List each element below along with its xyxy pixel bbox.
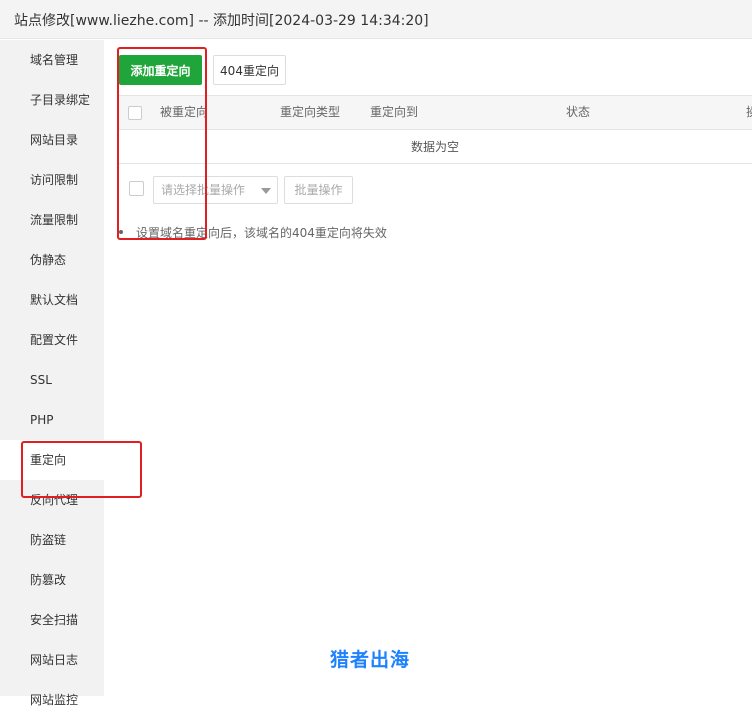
sidebar-item-php[interactable]: PHP: [0, 400, 104, 440]
column-header-status: 状态: [566, 105, 591, 119]
sidebar-item-subdir[interactable]: 子目录绑定: [0, 80, 104, 120]
batch-action-button[interactable]: 批量操作: [284, 176, 353, 204]
sidebar-item-reverse-proxy[interactable]: 反向代理: [0, 480, 104, 520]
main-panel: 添加重定向 404重定向 被重定向 重定向类型 重定向到 状态 操作 数据为空 …: [104, 40, 752, 696]
sidebar-item-access-limit[interactable]: 访问限制: [0, 160, 104, 200]
select-all-checkbox[interactable]: [128, 106, 142, 120]
sidebar-item-rewrite[interactable]: 伪静态: [0, 240, 104, 280]
window-titlebar: 站点修改[www.liezhe.com] -- 添加时间[2024-03-29 …: [0, 0, 752, 39]
sidebar: 域名管理 子目录绑定 网站目录 访问限制 流量限制 伪静态 默认文档 配置文件 …: [0, 40, 104, 707]
batch-select-checkbox[interactable]: [129, 181, 144, 196]
sidebar-item-site-dir[interactable]: 网站目录: [0, 120, 104, 160]
sidebar-item-site-monitor[interactable]: 网站监控: [0, 680, 104, 720]
sidebar-item-hotlink[interactable]: 防盗链: [0, 520, 104, 560]
sidebar-item-redirect[interactable]: 重定向: [0, 440, 104, 480]
chevron-down-icon: [261, 188, 271, 194]
sidebar-item-tamper-proof[interactable]: 防篡改: [0, 560, 104, 600]
window-title: 站点修改[www.liezhe.com] -- 添加时间[2024-03-29 …: [14, 13, 429, 29]
sidebar-item-config[interactable]: 配置文件: [0, 320, 104, 360]
sidebar-item-default-doc[interactable]: 默认文档: [0, 280, 104, 320]
sidebar-item-domain[interactable]: 域名管理: [0, 40, 104, 80]
sidebar-item-site-log[interactable]: 网站日志: [0, 640, 104, 680]
redirect-404-button[interactable]: 404重定向: [213, 55, 286, 85]
column-header-actions: 操作: [746, 96, 752, 129]
batch-action-select[interactable]: 请选择批量操作: [153, 176, 278, 204]
column-header-target: 重定向到: [370, 105, 419, 119]
sidebar-item-ssl[interactable]: SSL: [0, 360, 104, 400]
watermark-logo: 猎者出海: [330, 649, 411, 671]
column-header-source: 被重定向: [160, 105, 209, 119]
sidebar-item-security-scan[interactable]: 安全扫描: [0, 600, 104, 640]
column-header-type: 重定向类型: [280, 105, 341, 119]
table-header: 被重定向 重定向类型 重定向到 状态 操作: [118, 95, 752, 130]
table-empty-row: 数据为空: [118, 130, 752, 164]
tip-bullet-icon: [119, 230, 123, 234]
redirect-tip: 设置域名重定向后，该域名的404重定向将失效: [136, 226, 387, 240]
sidebar-item-traffic-limit[interactable]: 流量限制: [0, 200, 104, 240]
batch-action-placeholder: 请选择批量操作: [161, 183, 246, 197]
add-redirect-button[interactable]: 添加重定向: [119, 55, 202, 85]
